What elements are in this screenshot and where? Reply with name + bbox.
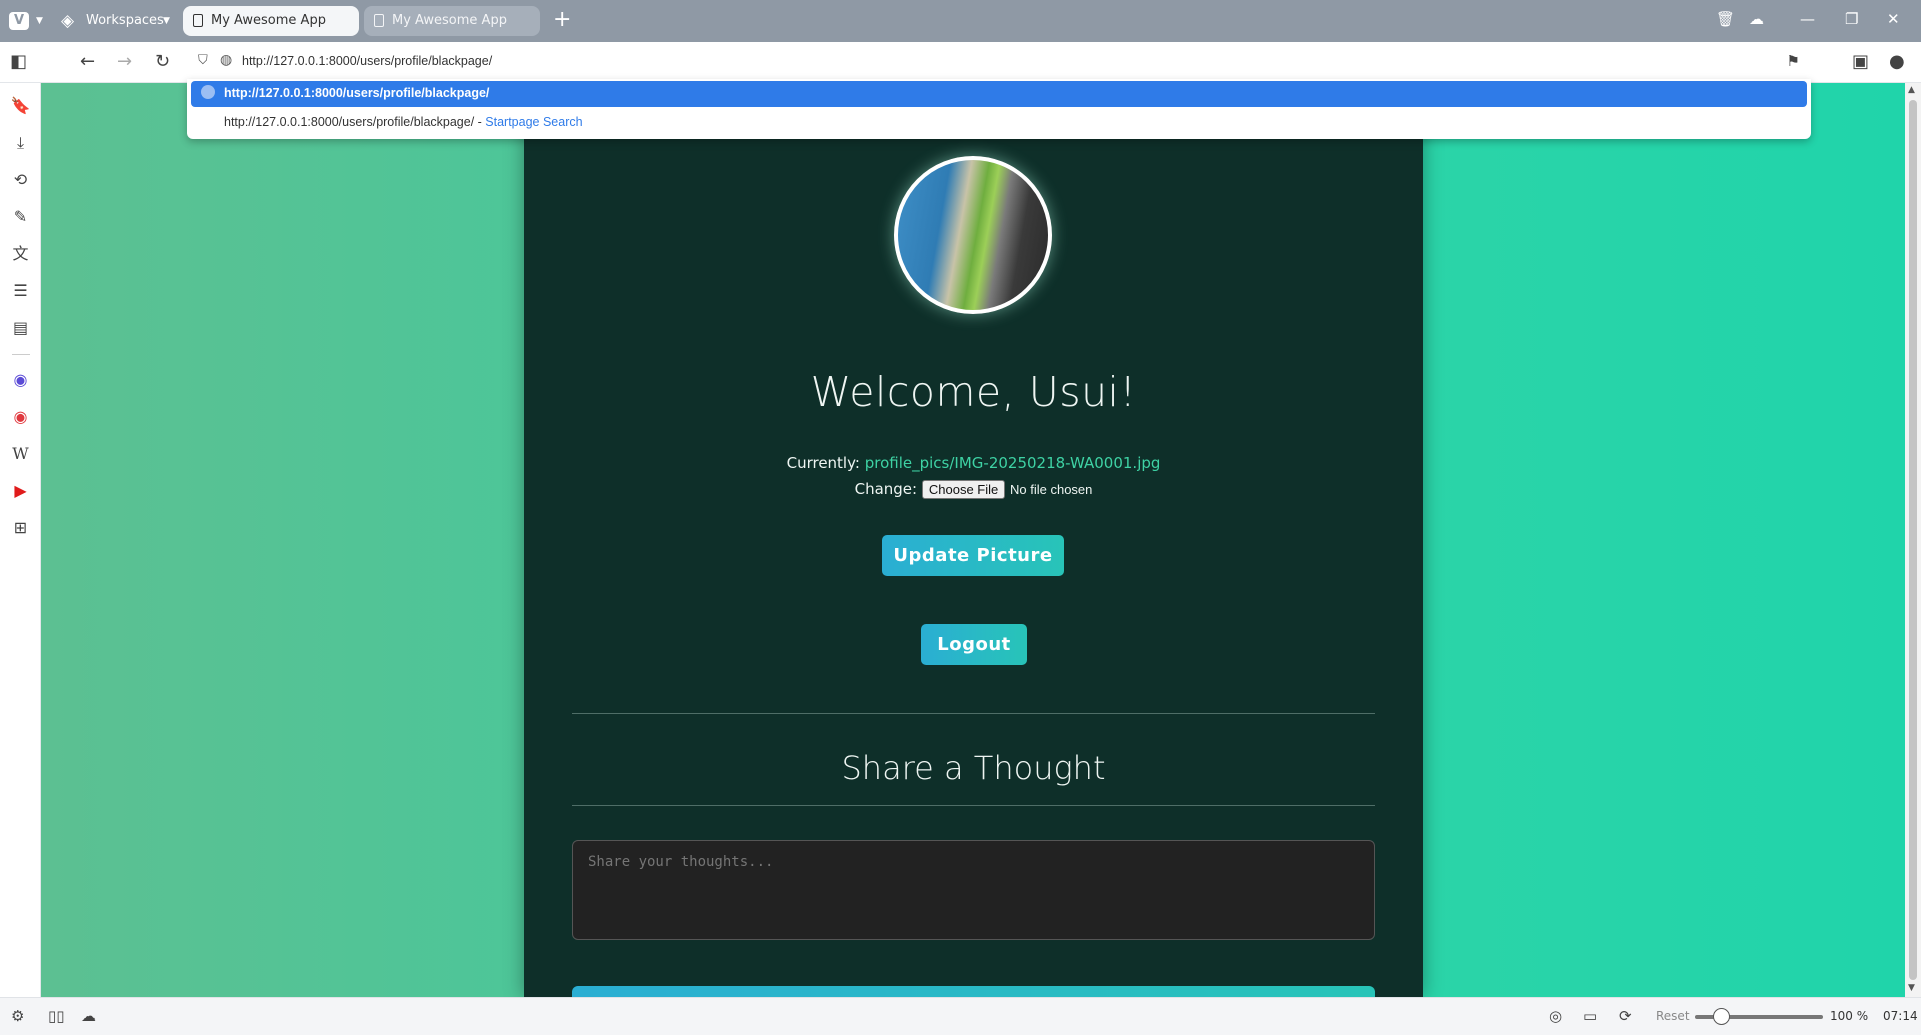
bookmarks-icon[interactable]: 🔖: [10, 95, 31, 116]
current-file-link[interactable]: profile_pics/IMG-20250218-WA0001.jpg: [865, 454, 1161, 472]
reload-button[interactable]: ↻: [155, 51, 170, 72]
workspaces-button[interactable]: Workspaces: [86, 13, 164, 28]
scroll-down-icon[interactable]: ▼: [1908, 983, 1915, 993]
change-picture-row: Change: Choose File No file chosen: [524, 480, 1423, 499]
choose-file-button[interactable]: Choose File: [921, 480, 1006, 499]
tab-bar: V ▼ ◈ Workspaces ▼ My Awesome App My Awe…: [0, 0, 1921, 42]
globe-icon: [201, 85, 215, 99]
address-bar[interactable]: ⛉ ◍ http://127.0.0.1:8000/users/profile/…: [188, 45, 1810, 79]
site-info-icon[interactable]: ◍: [220, 52, 232, 68]
section-divider: [572, 805, 1375, 806]
new-tab-button[interactable]: +: [553, 7, 571, 32]
profile-avatar-icon[interactable]: ●: [1889, 51, 1905, 72]
sidebar-panel: 🔖 ⤓ ⟲ ✎ 文 ☰ ▤ ◉ ◉ W ▶ ⊞: [0, 83, 41, 997]
page-actions-icon[interactable]: ⟳: [1619, 1007, 1632, 1025]
address-suggestions: http://127.0.0.1:8000/users/profile/blac…: [187, 79, 1811, 139]
clock: 07:14: [1883, 1009, 1918, 1023]
restore-button[interactable]: ❐: [1845, 10, 1858, 28]
history-icon[interactable]: ⟲: [10, 169, 31, 190]
tab-title: My Awesome App: [211, 13, 326, 28]
extensions-icon[interactable]: ▣: [1852, 51, 1869, 72]
logout-button[interactable]: Logout: [921, 624, 1027, 665]
file-status: No file chosen: [1010, 482, 1093, 497]
page-icon: [193, 14, 203, 27]
url-text[interactable]: http://127.0.0.1:8000/users/profile/blac…: [242, 54, 492, 68]
suggestion-item-selected[interactable]: http://127.0.0.1:8000/users/profile/blac…: [191, 81, 1807, 107]
sync-cloud-icon[interactable]: ☁: [81, 1007, 96, 1025]
current-label: Currently:: [786, 454, 860, 472]
back-button[interactable]: ←: [80, 51, 95, 72]
profile-card: Welcome, Usui! Currently: profile_pics/I…: [524, 83, 1423, 997]
translate-icon[interactable]: 文: [10, 243, 31, 264]
scroll-up-icon[interactable]: ▲: [1908, 85, 1915, 95]
tab-title: My Awesome App: [392, 13, 507, 28]
wikipedia-icon[interactable]: W: [10, 443, 31, 464]
mastodon-icon[interactable]: ◉: [10, 369, 31, 390]
change-label: Change:: [854, 480, 918, 498]
tile-toggle-icon[interactable]: ▭: [1583, 1007, 1597, 1025]
status-bar: ⚙ ▯▯ ☁ ◎ ▭ ⟳ Reset 100 % 07:14: [0, 997, 1921, 1035]
youtube-icon[interactable]: ▶: [10, 480, 31, 501]
cloud-sync-icon[interactable]: ☁: [1749, 10, 1764, 28]
workspaces-icon[interactable]: ◈: [61, 11, 74, 31]
reader-icon[interactable]: ▤: [10, 317, 31, 338]
panel-toggle-icon[interactable]: ◧: [10, 51, 27, 72]
reading-list-icon[interactable]: ☰: [10, 280, 31, 301]
avatar: [894, 156, 1052, 314]
bookmark-icon[interactable]: ⚑: [1787, 52, 1800, 70]
tiling-icon[interactable]: ▯▯: [48, 1007, 65, 1025]
notes-icon[interactable]: ✎: [10, 206, 31, 227]
settings-icon[interactable]: ⚙: [11, 1007, 24, 1025]
downloads-icon[interactable]: ⤓: [10, 132, 31, 153]
section-divider: [572, 713, 1375, 714]
suggestion-separator: -: [474, 115, 486, 129]
minimize-button[interactable]: —: [1800, 10, 1815, 28]
post-button[interactable]: [572, 986, 1375, 997]
page-scrollbar[interactable]: ▲ ▼: [1905, 83, 1921, 997]
scroll-thumb[interactable]: [1909, 100, 1917, 980]
chevron-down-icon[interactable]: ▼: [36, 16, 43, 26]
suggestion-source: Startpage Search: [485, 115, 583, 129]
trash-icon[interactable]: 🗑: [1716, 10, 1735, 28]
suggestion-text: http://127.0.0.1:8000/users/profile/blac…: [224, 115, 475, 129]
close-button[interactable]: ✕: [1887, 10, 1900, 28]
workspaces-chevron-icon[interactable]: ▼: [163, 16, 170, 26]
add-panel-icon[interactable]: ⊞: [10, 517, 31, 538]
capture-icon[interactable]: ◎: [1549, 1007, 1562, 1025]
vivaldi-menu-icon[interactable]: V: [9, 12, 29, 30]
navigation-bar: ◧ ← → ↻ ⛉ ◍ http://127.0.0.1:8000/users/…: [0, 42, 1921, 83]
update-picture-button[interactable]: Update Picture: [882, 535, 1064, 576]
tab-inactive[interactable]: My Awesome App: [364, 6, 540, 36]
page-content: Welcome, Usui! Currently: profile_pics/I…: [41, 83, 1905, 997]
thought-input[interactable]: [572, 840, 1375, 940]
tab-active[interactable]: My Awesome App: [183, 6, 359, 36]
share-thought-heading: Share a Thought: [841, 749, 1106, 787]
page-icon: [374, 14, 384, 27]
zoom-slider-handle[interactable]: [1713, 1008, 1730, 1025]
zoom-level: 100 %: [1830, 1009, 1869, 1023]
zoom-reset-button[interactable]: Reset: [1656, 1009, 1690, 1023]
page-title: Welcome, Usui!: [810, 368, 1137, 416]
suggestion-item[interactable]: http://127.0.0.1:8000/users/profile/blac…: [224, 115, 583, 129]
shield-icon[interactable]: ⛉: [198, 53, 208, 68]
forward-button[interactable]: →: [117, 51, 132, 72]
suggestion-text: http://127.0.0.1:8000/users/profile/blac…: [224, 86, 490, 100]
sidebar-divider: [12, 354, 30, 355]
current-picture-row: Currently: profile_pics/IMG-20250218-WA0…: [524, 454, 1423, 472]
vivaldi-icon[interactable]: ◉: [10, 406, 31, 427]
